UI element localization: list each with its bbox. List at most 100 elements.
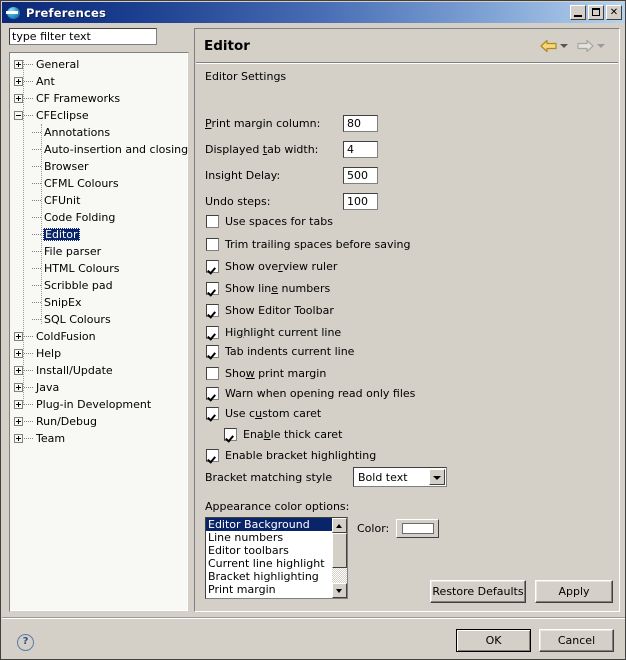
appearance-color-options-list[interactable]: Editor Background Line numbers Editor tool… xyxy=(205,517,348,599)
checkbox-tab-indents-current-line[interactable]: Tab indents current line xyxy=(206,345,354,358)
apply-button[interactable]: Apply xyxy=(535,580,613,603)
tree-item-annotations[interactable]: Annotations xyxy=(10,124,188,141)
title-bar[interactable]: Preferences ✕ xyxy=(2,2,625,23)
minimize-button[interactable] xyxy=(570,5,586,20)
tree-expand-icon[interactable] xyxy=(14,332,23,341)
field-input[interactable] xyxy=(343,141,378,158)
checkbox-box[interactable] xyxy=(206,238,219,251)
checkbox-box[interactable] xyxy=(206,215,219,228)
checkbox-trim-trailing-spaces-before-saving[interactable]: Trim trailing spaces before saving xyxy=(206,238,410,251)
tree-expand-icon[interactable] xyxy=(14,400,23,409)
field-input[interactable] xyxy=(343,115,378,132)
checkbox-use-custom-caret[interactable]: Use custom caret xyxy=(206,407,321,420)
tree-item-sql-colours[interactable]: SQL Colours xyxy=(10,311,188,328)
window-controls: ✕ xyxy=(570,5,624,20)
checkbox-warn-when-opening-read-only-files[interactable]: Warn when opening read only files xyxy=(206,387,415,400)
tree-item-java[interactable]: Java xyxy=(10,379,188,396)
tree-item-scribble-pad[interactable]: Scribble pad xyxy=(10,277,188,294)
checkbox-show-overview-ruler[interactable]: Show overview ruler xyxy=(206,260,337,273)
scrollbar-thumb[interactable] xyxy=(332,533,347,568)
field-input[interactable] xyxy=(343,193,378,210)
checkbox-label: Use spaces for tabs xyxy=(225,215,333,228)
checkbox-box[interactable] xyxy=(206,304,219,317)
restore-defaults-button[interactable]: Restore Defaults xyxy=(430,580,526,603)
checkbox-box[interactable] xyxy=(224,428,237,441)
scroll-up-button[interactable] xyxy=(332,518,347,533)
checkbox-show-print-margin[interactable]: Show print margin xyxy=(206,367,326,380)
tree-expand-icon[interactable] xyxy=(14,366,23,375)
checkbox-box[interactable] xyxy=(206,282,219,295)
checkbox-show-editor-toolbar[interactable]: Show Editor Toolbar xyxy=(206,304,334,317)
tree-item-file-parser[interactable]: File parser xyxy=(10,243,188,260)
tree-expand-icon[interactable] xyxy=(14,94,23,103)
tree-item-help[interactable]: Help xyxy=(10,345,188,362)
tree-item-cfml-colours[interactable]: CFML Colours xyxy=(10,175,188,192)
tree-item-run-debug[interactable]: Run/Debug xyxy=(10,413,188,430)
color-option-item[interactable]: Line numbers xyxy=(206,531,347,544)
tree-item-ant[interactable]: Ant xyxy=(10,73,188,90)
color-button[interactable] xyxy=(396,519,440,538)
checkbox-show-line-numbers[interactable]: Show line numbers xyxy=(206,282,330,295)
help-icon[interactable]: ? xyxy=(17,634,34,651)
checkbox-box[interactable] xyxy=(206,260,219,273)
checkbox-box[interactable] xyxy=(206,387,219,400)
bracket-matching-style-select[interactable]: Bold text xyxy=(353,467,447,487)
back-history-chevron-down-icon[interactable] xyxy=(560,43,568,48)
tree-item-cf-frameworks[interactable]: CF Frameworks xyxy=(10,90,188,107)
scroll-down-button[interactable] xyxy=(332,583,347,598)
checkbox-highlight-current-line[interactable]: Highlight current line xyxy=(206,326,341,339)
tree-connector xyxy=(32,267,41,270)
color-option-item[interactable]: Bracket highlighting xyxy=(206,570,347,583)
appearance-list-scrollbar[interactable] xyxy=(332,518,347,598)
tree-item-browser[interactable]: Browser xyxy=(10,158,188,175)
scrollbar-track[interactable] xyxy=(332,533,347,583)
checkbox-label: Show line numbers xyxy=(225,282,331,295)
tree-expand-icon[interactable] xyxy=(14,349,23,358)
checkbox-box[interactable] xyxy=(206,326,219,339)
close-button[interactable]: ✕ xyxy=(606,5,622,20)
tree-item-editor[interactable]: Editor xyxy=(10,226,188,243)
color-option-item[interactable]: Current line highlight xyxy=(206,557,347,570)
filter-input[interactable] xyxy=(9,28,157,45)
tree-connector xyxy=(24,420,33,423)
tree-item-install-update[interactable]: Install/Update xyxy=(10,362,188,379)
checkbox-label: Enable thick caret xyxy=(243,428,343,441)
tree-item-auto-insertion-and-closing[interactable]: Auto-insertion and closing xyxy=(10,141,188,158)
color-option-item[interactable]: Print margin xyxy=(206,583,347,596)
checkbox-box[interactable] xyxy=(206,345,219,358)
tree-item-plug-in-development[interactable]: Plug-in Development xyxy=(10,396,188,413)
color-option-item[interactable]: Editor Background xyxy=(206,518,347,531)
maximize-button[interactable] xyxy=(588,5,604,20)
cancel-button[interactable]: Cancel xyxy=(539,629,614,652)
checkbox-box[interactable] xyxy=(206,407,219,420)
close-icon: ✕ xyxy=(609,7,619,18)
tree-item-team[interactable]: Team xyxy=(10,430,188,447)
back-arrow-icon[interactable] xyxy=(540,39,557,53)
tree-item-cfunit[interactable]: CFUnit xyxy=(10,192,188,209)
checkbox-enable-thick-caret[interactable]: Enable thick caret xyxy=(224,428,342,441)
color-option-item[interactable]: Editor toolbars xyxy=(206,544,347,557)
tree-collapse-icon[interactable] xyxy=(14,111,23,120)
tree-item-cfeclipse[interactable]: CFEclipse xyxy=(10,107,188,124)
tree-item-snipex[interactable]: SnipEx xyxy=(10,294,188,311)
tree-item-coldfusion[interactable]: ColdFusion xyxy=(10,328,188,345)
tree-connector xyxy=(32,199,41,202)
checkbox-use-spaces-for-tabs[interactable]: Use spaces for tabs xyxy=(206,215,333,228)
tree-connector xyxy=(24,114,33,117)
ok-button[interactable]: OK xyxy=(456,629,531,652)
tree-expand-icon[interactable] xyxy=(14,417,23,426)
tree-expand-icon[interactable] xyxy=(14,383,23,392)
checkbox-enable-bracket-highlighting[interactable]: Enable bracket highlighting xyxy=(206,449,376,462)
chevron-down-icon[interactable] xyxy=(429,469,445,485)
tree-connector xyxy=(24,437,33,440)
tree-item-code-folding[interactable]: Code Folding xyxy=(10,209,188,226)
preferences-tree[interactable]: General Ant CF Frameworks CFEclipse Annotati… xyxy=(9,52,189,612)
field-input[interactable] xyxy=(343,167,378,184)
tree-expand-icon[interactable] xyxy=(14,434,23,443)
tree-item-general[interactable]: General xyxy=(10,56,188,73)
tree-item-html-colours[interactable]: HTML Colours xyxy=(10,260,188,277)
tree-expand-icon[interactable] xyxy=(14,77,23,86)
checkbox-box[interactable] xyxy=(206,449,219,462)
tree-expand-icon[interactable] xyxy=(14,60,23,69)
checkbox-box[interactable] xyxy=(206,367,219,380)
